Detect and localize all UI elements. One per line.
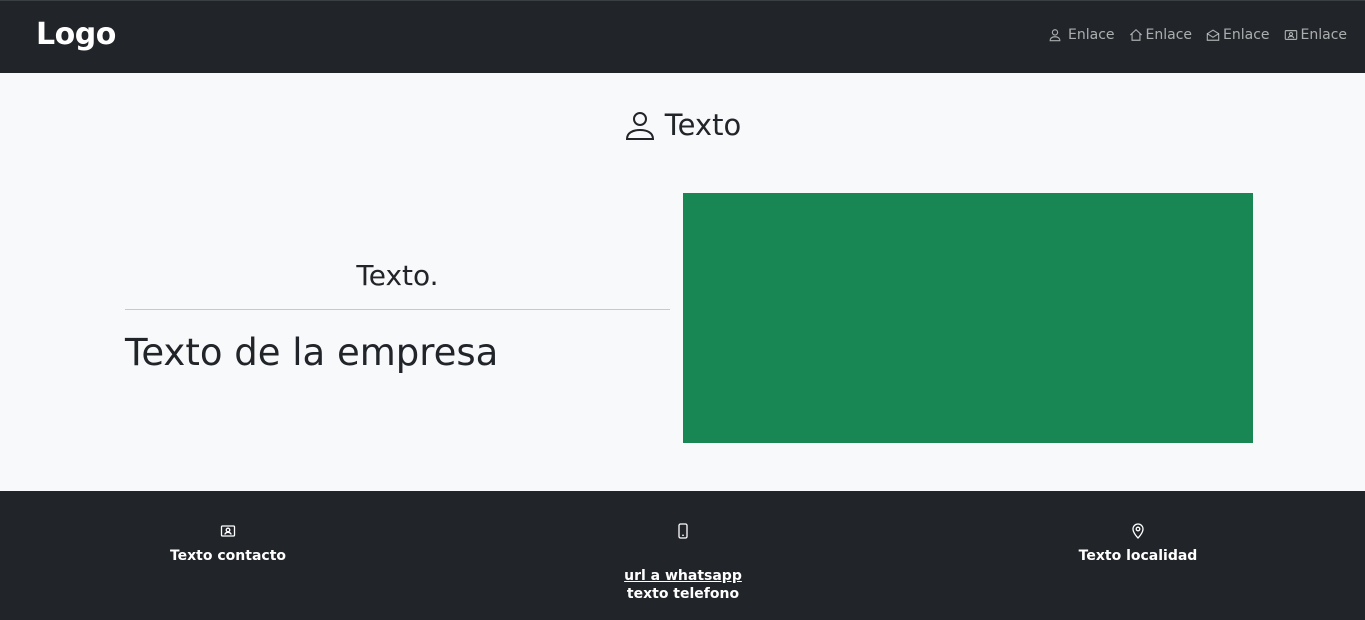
heading-text: Texto — [664, 108, 742, 142]
nav-link-mail[interactable]: Enlace — [1206, 25, 1270, 45]
nav-link-contact[interactable]: Enlace — [1284, 25, 1348, 45]
intro-column: Texto. Texto de la empresa — [125, 250, 670, 377]
nav-links: Enlace Enlace Enlace Enlace — [1048, 25, 1347, 45]
contact-text: Texto contacto — [169, 548, 287, 564]
section-heading: Texto — [0, 104, 1365, 146]
geo-pin-icon — [1132, 523, 1144, 539]
whatsapp-link[interactable]: url a whatsapp — [624, 567, 742, 585]
footer-contact: Texto contacto — [78, 523, 378, 565]
phone-icon — [678, 523, 688, 539]
location-text: Texto localidad — [1078, 548, 1198, 564]
nav-link-label: Enlace — [1068, 27, 1115, 43]
nav-link-home[interactable]: Enlace — [1129, 25, 1193, 45]
nav-link-label: Enlace — [1300, 27, 1348, 43]
person-vcard-icon — [1284, 30, 1297, 40]
divider — [125, 309, 670, 310]
footer-location: Texto localidad — [988, 523, 1288, 565]
footer: Texto contacto url a whatsapp texto tele… — [0, 491, 1365, 620]
footer-phone: url a whatsapp texto telefono — [533, 523, 833, 603]
nav-link-label: Enlace — [1145, 27, 1193, 43]
envelope-open-icon — [1206, 29, 1220, 41]
logo[interactable]: Logo — [36, 17, 116, 53]
person-icon — [1049, 29, 1061, 42]
person-icon — [625, 112, 654, 140]
image-placeholder — [683, 193, 1253, 443]
nav-link-label: Enlace — [1223, 27, 1270, 43]
nav-link-person[interactable]: Enlace — [1048, 25, 1115, 45]
top-navbar: Logo Enlace Enlace Enlace Enlace — [0, 0, 1365, 73]
phone-text: texto telefono — [626, 586, 740, 602]
company-text: Texto de la empresa — [125, 331, 499, 374]
subtitle: Texto. — [356, 259, 439, 292]
house-icon — [1129, 28, 1142, 41]
person-vcard-icon — [220, 525, 236, 537]
